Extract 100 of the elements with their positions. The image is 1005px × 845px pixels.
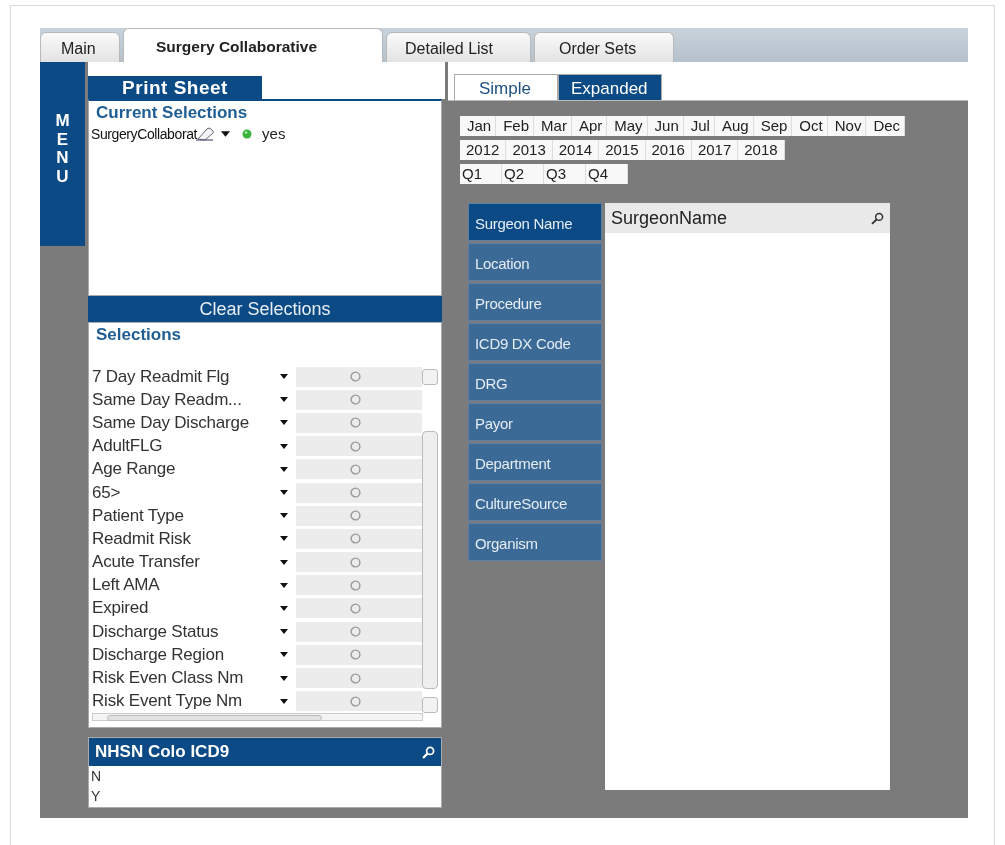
empty-circle-icon [349,649,361,661]
caret-icon[interactable] [280,582,288,588]
caret-icon[interactable] [280,559,288,565]
field-label: Discharge Region [91,644,225,665]
empty-circle-icon [349,556,361,568]
field-name: SurgeryCollaborat [91,125,198,142]
search-icon[interactable] [422,745,435,759]
caret-icon[interactable] [280,698,288,704]
empty-circle-icon [349,626,361,638]
selection-cell[interactable] [296,389,422,410]
month-button[interactable]: Feb [496,116,535,136]
field-label: Expired [91,598,150,619]
quarter-button[interactable]: Q4 [586,164,628,184]
panel-title: Selections [95,324,183,345]
month-button[interactable]: Aug [714,116,754,136]
list-item[interactable]: N [89,766,441,786]
selection-cell[interactable] [296,436,422,457]
empty-circle-icon [349,672,361,684]
quarter-button[interactable]: Q3 [544,164,586,184]
dimension-button[interactable]: Surgeon Name [468,203,602,241]
caret-icon[interactable] [221,130,231,137]
caret-icon[interactable] [280,420,288,426]
selection-cell[interactable] [296,528,422,549]
sheet-tab[interactable]: Main [40,32,120,62]
caret-icon[interactable] [280,443,288,449]
field-label: Discharge Status [91,621,220,642]
selection-cell[interactable] [296,621,422,642]
field-label: 65> [91,482,122,503]
quarter-button[interactable]: Q2 [502,164,544,184]
caret-icon[interactable] [280,675,288,681]
sheet-tab[interactable]: Order Sets [534,32,674,62]
dimension-button[interactable]: Payor [468,403,602,441]
print-sheet-button[interactable]: Print Sheet [88,76,262,99]
year-button[interactable]: 2017 [691,140,739,160]
empty-circle-icon [349,371,361,383]
selection-cell[interactable] [296,691,422,712]
panel-title: Current Selections [95,102,249,123]
selection-cell[interactable] [296,482,422,503]
caret-icon[interactable] [280,652,288,658]
list-box-title: NHSN Colo ICD9 [95,742,230,762]
view-tab[interactable]: Simple [454,74,558,100]
empty-circle-icon [349,695,361,707]
caret-icon[interactable] [280,536,288,542]
horizontal-scrollbar[interactable] [92,712,423,721]
selection-cell[interactable] [296,366,422,387]
caret-icon[interactable] [280,374,288,380]
dimension-button[interactable]: Procedure [468,283,602,321]
field-label: 7 Day Readmit Flg [91,366,231,387]
list-item[interactable]: Y [89,786,441,806]
month-button[interactable]: Sep [753,116,793,136]
selection-cell[interactable] [296,575,422,596]
month-button[interactable]: Apr [571,116,608,136]
selection-cell[interactable] [296,505,422,526]
selection-cell[interactable] [296,668,422,689]
dimension-button[interactable]: ICD9 DX Code [468,323,602,361]
selected-dot-icon [242,128,253,139]
field-label: Same Day Readm... [91,389,243,410]
month-button[interactable]: Oct [792,116,828,136]
year-button[interactable]: 2013 [506,140,553,160]
caret-icon[interactable] [280,605,288,611]
month-button[interactable]: Jan [460,116,497,136]
selection-cell[interactable] [296,552,422,573]
caret-icon[interactable] [280,513,288,519]
sheet-tab[interactable]: Detailed List [386,32,531,62]
year-button[interactable]: 2012 [460,140,507,160]
year-button[interactable]: 2015 [599,140,646,160]
year-button[interactable]: 2016 [645,140,692,160]
menu-button[interactable]: MENU [40,62,85,246]
view-tab[interactable]: Expanded [558,74,662,100]
dimension-button[interactable]: Department [468,443,602,481]
caret-icon[interactable] [280,629,288,635]
clear-selections-button[interactable]: Clear Selections [88,296,442,322]
vertical-scrollbar[interactable] [422,369,438,713]
dimension-button[interactable]: DRG [468,363,602,401]
sheet-tab[interactable]: Surgery Collaborative [123,28,383,62]
selection-cell[interactable] [296,459,422,480]
month-button[interactable]: Nov [827,116,867,136]
field-label: Risk Event Type Nm [91,691,244,712]
caret-icon[interactable] [280,466,288,472]
selection-cell[interactable] [296,412,422,433]
dimension-button[interactable]: Organism [468,523,602,561]
search-icon[interactable] [871,211,884,225]
year-button[interactable]: 2018 [738,140,785,160]
dimension-button[interactable]: CultureSource [468,483,602,521]
quarter-button[interactable]: Q1 [460,164,502,184]
dimension-button[interactable]: Location [468,243,602,281]
month-button[interactable]: Dec [866,116,906,136]
month-button[interactable]: May [607,116,648,136]
year-button[interactable]: 2014 [552,140,600,160]
empty-circle-icon [349,394,361,406]
empty-circle-icon [349,440,361,452]
field-label: Age Range [91,459,177,480]
caret-icon[interactable] [280,490,288,496]
empty-circle-icon [349,463,361,475]
selection-cell[interactable] [296,644,422,665]
selection-cell[interactable] [296,598,422,619]
caret-icon[interactable] [280,397,288,403]
month-button[interactable]: Mar [534,116,572,136]
month-button[interactable]: Jun [647,116,684,136]
month-button[interactable]: Jul [683,116,715,136]
